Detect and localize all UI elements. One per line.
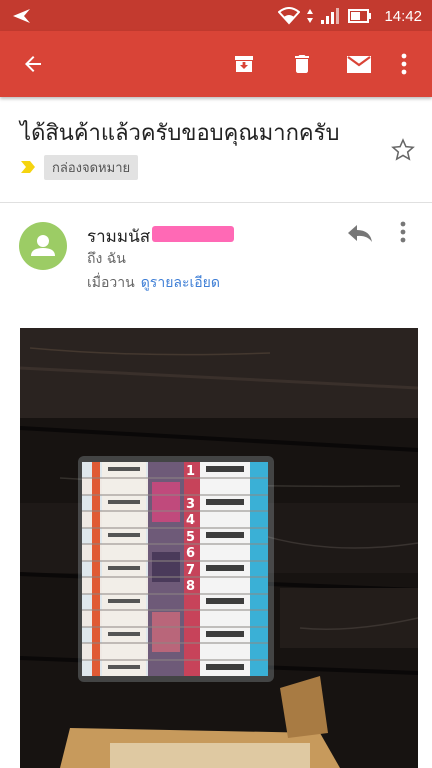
spine-number: 1 <box>186 464 195 479</box>
person-icon <box>31 235 55 256</box>
recipient-line: ถึง ฉัน <box>87 251 126 267</box>
message-more-icon[interactable] <box>394 220 412 246</box>
spine-number: 7 <box>186 563 195 578</box>
sender-avatar[interactable] <box>19 222 67 270</box>
spine-number: 5 <box>186 530 195 545</box>
manga-stack: 1 3 4 5 6 7 8 <box>82 462 268 676</box>
clock: 14:42 <box>384 7 422 25</box>
email-subject: ได้สินค้าแล้วครับขอบคุณมากครับ <box>20 121 340 146</box>
spine-number: 3 <box>186 497 195 512</box>
mark-unread-button[interactable] <box>344 49 374 79</box>
trash-icon <box>295 55 309 73</box>
attached-photo[interactable]: 1 3 4 5 6 7 8 <box>20 328 418 768</box>
sender-name: รามมนัส <box>87 227 151 247</box>
back-button[interactable] <box>18 49 48 79</box>
app-bar <box>0 31 432 97</box>
star-icon[interactable] <box>390 137 416 163</box>
spine-number: 4 <box>186 513 195 528</box>
inbox-label-chip[interactable]: กล่องจดหมาย <box>44 154 139 180</box>
mail-icon <box>347 56 371 73</box>
data-transfer-icon <box>307 9 314 23</box>
archive-button[interactable] <box>229 49 259 79</box>
more-vert-icon <box>401 53 407 75</box>
view-details-link[interactable]: ดูรายละเอียด <box>141 275 220 291</box>
header-divider <box>0 202 432 203</box>
importance-marker-icon <box>21 161 35 173</box>
archive-icon <box>235 56 253 72</box>
battery-icon <box>348 9 372 23</box>
spine-number: 6 <box>186 546 195 561</box>
status-bar: 14:42 <box>0 0 432 31</box>
notification-back-icon <box>13 9 30 23</box>
signal-icon <box>321 8 340 24</box>
spine-number: 8 <box>186 579 195 594</box>
more-options-button[interactable] <box>389 49 419 79</box>
email-date: เมื่อวาน <box>87 275 135 291</box>
label-row: กล่องจดหมาย <box>20 154 139 180</box>
photo-manga-books: 1 3 4 5 6 7 8 <box>20 328 418 768</box>
wifi-icon <box>278 7 301 25</box>
redaction-mark <box>152 226 234 242</box>
date-line: เมื่อวาน ดูรายละเอียด <box>87 272 220 294</box>
reply-icon[interactable] <box>345 220 375 246</box>
arrow-back-icon <box>25 56 41 72</box>
delete-button[interactable] <box>287 49 317 79</box>
